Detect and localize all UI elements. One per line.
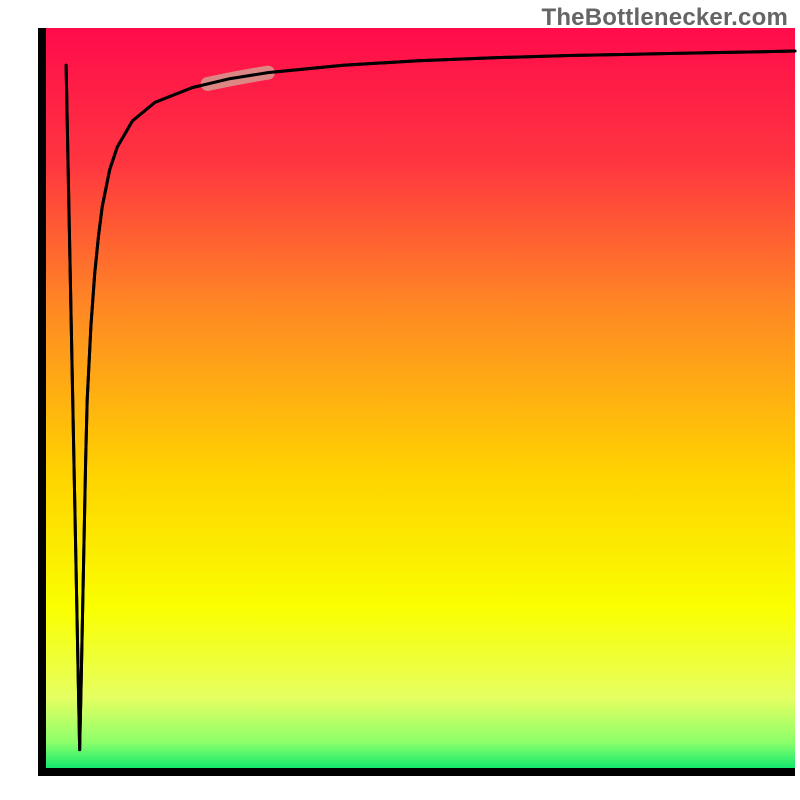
watermark-label: TheBottlenecker.com: [541, 4, 788, 32]
plot-background: [42, 28, 795, 772]
bottleneck-chart: TheBottlenecker.com: [0, 0, 800, 800]
chart-canvas: [0, 0, 800, 800]
